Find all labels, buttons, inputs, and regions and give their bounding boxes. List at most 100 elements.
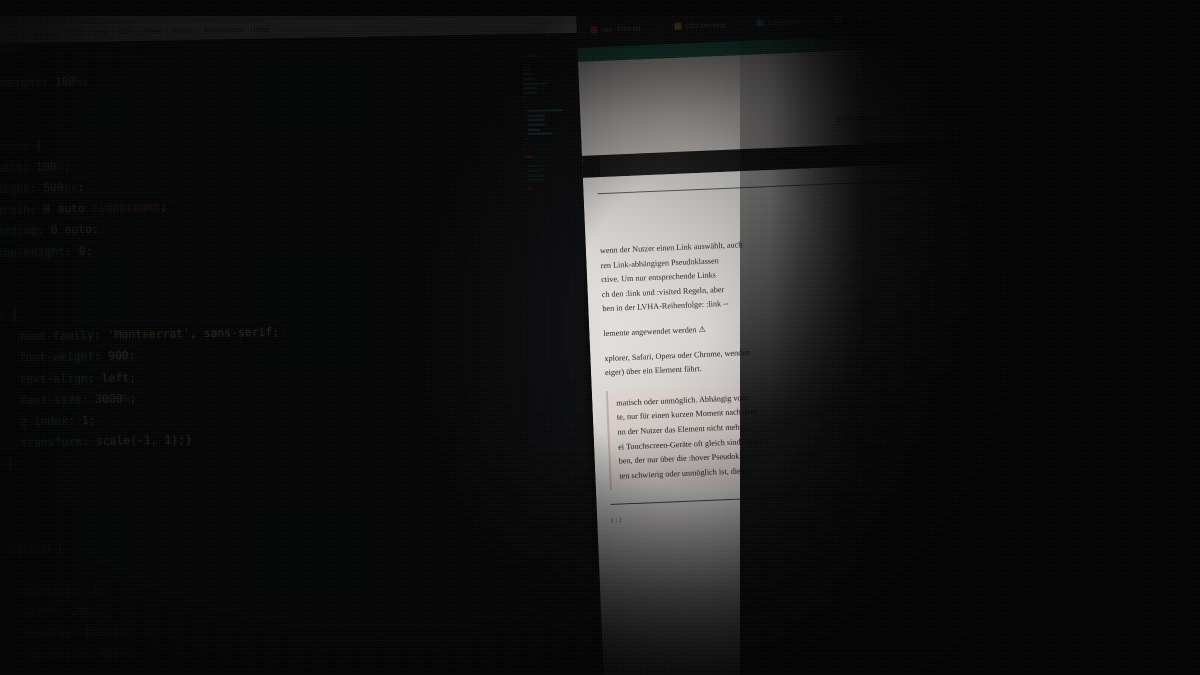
browser-tab[interactable]: Lorem ipsum [756,12,806,33]
code-token: line-height [0,243,66,260]
minimap-line [528,165,542,168]
code-token: font-weight [18,349,95,365]
new-tab-button[interactable]: + [1002,8,1007,17]
code-token: ; [160,199,168,214]
code-token: 900 [107,348,129,364]
code-token: scale(-1, 1); [95,432,186,449]
minimap-line [526,188,534,191]
code-token: 3000 [94,391,123,406]
minimap-line [523,86,538,90]
minimap-line [528,178,546,182]
code-token: 'Montserrat' [107,326,191,342]
code-editor-area[interactable]: height: 100%;}.block {width: 100%;height… [0,49,518,675]
menu-item-edit[interactable]: Edit [1,25,24,43]
menu-item-find[interactable]: Find [64,24,89,42]
code-token: text-align [19,370,88,386]
code-token: : [67,413,82,428]
minimap-line [527,118,546,122]
browser-tab[interactable]: how - Can yo [914,6,966,27]
code-token: } [6,456,15,471]
minimap-line [527,109,563,113]
code-token: width [23,604,58,619]
minimap-line [523,105,528,108]
minimap-line [523,82,546,85]
menu-item-project[interactable]: Project [166,22,199,41]
code-token: display [23,625,73,641]
menu-item-tools[interactable]: Tools [139,23,166,41]
minimize-icon[interactable]: – [524,1,542,11]
menu-item-view[interactable]: View [88,23,114,41]
code-token: 100 [35,159,57,174]
close-icon[interactable]: ✕ [563,0,584,10]
code-token: font-size [24,646,87,662]
code-token: height [0,74,42,90]
code-token: { [49,540,64,555]
code-token: | [0,499,1,513]
code-token: 0 auto [43,201,92,216]
sublime-editor-body: index.html height: 100%;}.block {width: … [0,32,601,675]
code-token: ; [82,73,90,89]
sublime-file-tab[interactable]: index.html [0,44,27,59]
favicon-icon [756,19,764,27]
code-token: : [37,222,51,238]
menu-item-goto[interactable]: Goto [114,23,140,41]
code-token: ; [88,412,96,428]
minimap-line [527,132,553,136]
code-token: : [22,159,37,174]
browser-tab[interactable]: CSS line-heig [674,16,726,37]
browser-tab-label: Lorem ipsum [767,18,806,27]
code-token: : [87,370,102,385]
code-token: : [29,201,44,217]
code-token: : [41,74,56,89]
code-token: , [189,326,204,341]
code-token: width [0,159,23,175]
minimap-line [523,73,534,76]
code-token: ; [63,159,71,174]
gear-icon: ⚙ [960,108,968,118]
wiki-toolbar: ▤ Sprachen ✎ Bearbeiten ⚙ [835,105,975,131]
wiki-header: ▤ Sprachen ✎ Bearbeiten ⚙ [578,44,1002,156]
wiki-article-body: wenn der Nutzer einen Link auswählt, auc… [582,160,1025,675]
code-token: } [184,432,193,447]
minimap-line [523,59,524,62]
code-token: : [29,180,44,195]
code-token: -1 [84,582,99,597]
code-token: .block [0,138,29,154]
minimap-line [528,174,545,177]
menu-item-preferences[interactable]: Preferences [199,21,249,40]
code-token: : [64,243,79,258]
browser-tab-label: css - Font siz [601,25,641,34]
code-token: ; [92,603,100,618]
maximize-icon[interactable]: □ [542,0,564,10]
minimap-line [527,114,546,117]
settings-button[interactable]: ⚙ [953,105,975,122]
browser-tab[interactable]: css - Font siz [590,19,641,40]
code-token: font-size [19,391,82,408]
code-token: block [85,624,121,639]
code-token: { [4,308,19,323]
browser-tab-label: Bootstrap 3 [846,15,881,24]
wiki-warning-line: lemente angewendet werden ⚠ [603,324,707,339]
code-token: 100 [54,74,76,89]
code-token: z-index [19,413,69,429]
favicon-icon [835,15,843,24]
code-token: : [71,624,86,640]
code-token: ; [129,390,137,406]
photo-stage: C:\Users\...\Desktop\index.html • - Subl… [0,0,1200,675]
code-token: : [94,349,109,364]
code-token: ; [128,369,136,384]
code-token: .column [1,540,50,556]
language-button[interactable]: ▤ Sprachen [835,113,876,124]
menu-item-help[interactable]: Help [249,21,274,39]
code-token: ; [98,582,106,597]
minimap-line [523,96,525,99]
wiki-paragraph-block: wenn der Nutzer einen Link auswählt, auc… [600,228,983,317]
edit-button[interactable]: ✎ Bearbeiten [884,106,949,125]
sublime-title-text: C:\Users\...\Desktop\index.html • - Subl… [0,7,145,20]
edit-button-label: Bearbeiten [902,109,940,121]
menu-item-selection[interactable]: Selection [24,24,64,43]
browser-tab[interactable]: Bootstrap 3 [835,9,881,30]
favicon-icon [914,12,923,20]
code-token: 400 [99,645,121,660]
code-token: : [85,645,100,661]
